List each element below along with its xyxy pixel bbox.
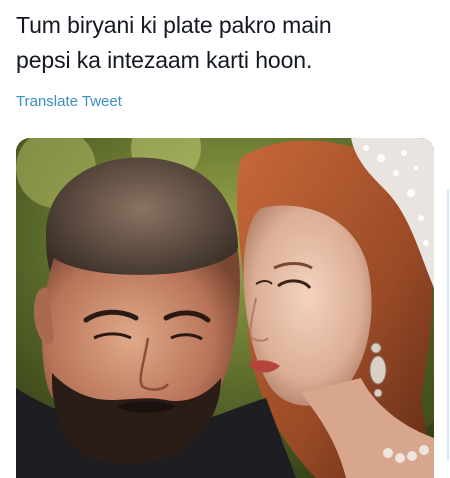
scroll-indicator bbox=[447, 190, 449, 460]
tweet-card: Tum biryani ki plate pakro main pepsi ka… bbox=[0, 0, 450, 478]
translate-tweet-link[interactable]: Translate Tweet bbox=[16, 92, 122, 112]
tweet-text: Tum biryani ki plate pakro main pepsi ka… bbox=[16, 12, 332, 73]
photo-icon bbox=[16, 138, 434, 478]
tweet-photo[interactable] bbox=[16, 138, 434, 478]
